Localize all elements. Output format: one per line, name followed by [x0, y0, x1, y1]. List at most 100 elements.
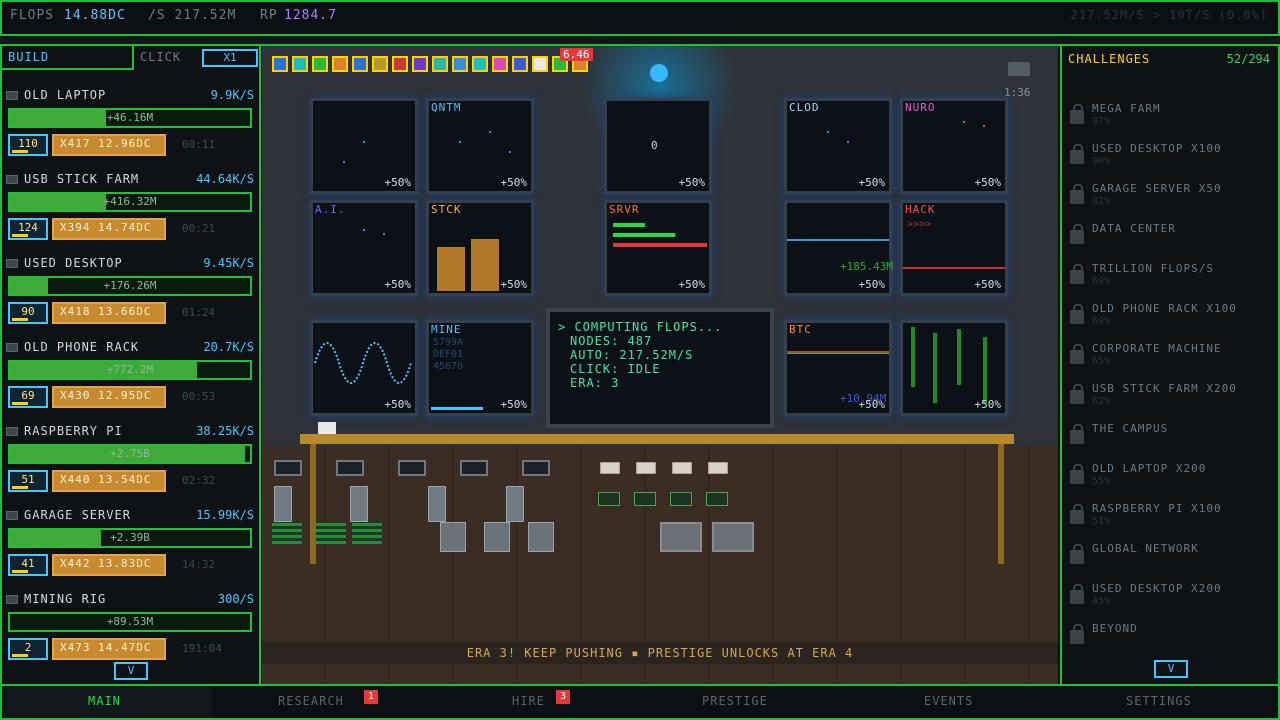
swatch[interactable]	[392, 56, 408, 72]
swatch[interactable]	[332, 56, 348, 72]
laptop-icon	[274, 460, 302, 476]
swatch[interactable]	[292, 56, 308, 72]
challenge-item[interactable]: USED DESKTOP X200 45%	[1070, 582, 1270, 618]
build-time: 191:04	[182, 642, 222, 655]
tab-click[interactable]: CLICK	[132, 46, 198, 70]
monitor-matrix[interactable]: +50%	[900, 320, 1008, 416]
rp-value: 1284.7	[284, 8, 337, 23]
challenge-item[interactable]: CORPORATE MACHINE 65%	[1070, 342, 1270, 378]
tab-research[interactable]: RESEARCH	[278, 694, 344, 708]
challenge-item[interactable]: OLD LAPTOP X200 55%	[1070, 462, 1270, 498]
build-item-name: OLD LAPTOP	[6, 88, 106, 102]
challenges-title: CHALLENGES	[1068, 52, 1151, 66]
challenge-item[interactable]: DATA CENTER	[1070, 222, 1270, 258]
monitor-stock[interactable]: STCK +50%	[426, 200, 534, 296]
swatch[interactable]	[312, 56, 328, 72]
swatch[interactable]	[452, 56, 468, 72]
buy-button[interactable]: X473 14.47DC	[52, 638, 166, 660]
lock-icon	[1070, 544, 1084, 564]
monitor-sine[interactable]: +50%	[310, 320, 418, 416]
monitor-quantum[interactable]: QNTM +50%	[426, 98, 534, 194]
monitor[interactable]: +50%	[310, 98, 418, 194]
monitor-server[interactable]: SRVR +50%	[604, 200, 712, 296]
tab-build[interactable]: BUILD	[2, 46, 132, 70]
build-owned-count: 51	[8, 470, 48, 492]
build-item-rate: 20.7K/S	[203, 340, 254, 354]
challenges-count: 52/294	[1226, 52, 1270, 66]
monitor-center-top[interactable]: 0 +50%	[604, 98, 712, 194]
challenge-item[interactable]: USB STICK FARM X200 62%	[1070, 382, 1270, 418]
build-item-old-laptop: OLD LAPTOP 9.9K/S +46.16M 110 X417 12.96…	[6, 88, 256, 172]
buy-button[interactable]: X430 12.95DC	[52, 386, 166, 408]
console-line: AUTO: 217.52M/S	[570, 348, 694, 362]
build-item-raspberry-pi: RASPBERRY PI 38.25K/S +2.75B 51 X440 13.…	[6, 424, 256, 508]
buy-multiplier-button[interactable]: X1	[202, 49, 258, 67]
buy-button[interactable]: X442 13.83DC	[52, 554, 166, 576]
build-owned-count: 90	[8, 302, 48, 324]
monitor-ai[interactable]: A.I. +50%	[310, 200, 418, 296]
swatch[interactable]	[412, 56, 428, 72]
bottom-nav: MAIN RESEARCH 1 HIRE 3 PRESTIGE EVENTS S…	[0, 684, 1280, 720]
desktop-tower-icon	[350, 486, 368, 522]
swatch[interactable]	[532, 56, 548, 72]
desktop-tower-icon	[506, 486, 524, 522]
desktop-tower-icon	[274, 486, 292, 522]
monitor-hack[interactable]: HACK >>>> +50%	[900, 200, 1008, 296]
build-progress-bar: +2.75B	[8, 444, 252, 464]
tab-hire[interactable]: HIRE	[512, 694, 545, 708]
monitor-neuro[interactable]: NURO +50%	[900, 98, 1008, 194]
console-line: ERA: 3	[570, 376, 620, 390]
challenge-item[interactable]: OLD PHONE RACK X100 69%	[1070, 302, 1270, 338]
tab-events[interactable]: EVENTS	[924, 694, 973, 708]
garage-server-icon	[528, 522, 554, 552]
raspberry-pi-icon	[598, 492, 620, 506]
tab-prestige[interactable]: PRESTIGE	[702, 694, 768, 708]
swatch[interactable]	[432, 56, 448, 72]
laptop-icon	[522, 460, 550, 476]
console-monitor[interactable]: > COMPUTING FLOPS... NODES: 487 AUTO: 21…	[546, 308, 774, 428]
challenge-item[interactable]: MEGA FARM 97%	[1070, 102, 1270, 138]
challenge-item[interactable]: GARAGE SERVER X50 82%	[1070, 182, 1270, 218]
build-item-old-phone-rack: OLD PHONE RACK 20.7K/S +772.2M 69 X430 1…	[6, 340, 256, 424]
monitor-cloud[interactable]: CLOD +50%	[784, 98, 892, 194]
build-item-usb-stick-farm: USB STICK FARM 44.64K/S +416.32M 124 X39…	[6, 172, 256, 256]
challenge-item[interactable]: THE CAMPUS	[1070, 422, 1270, 458]
buy-button[interactable]: X417 12.96DC	[52, 134, 166, 156]
build-owned-count: 69	[8, 386, 48, 408]
mining-rig-icon	[6, 595, 18, 604]
research-notification-badge: 1	[364, 690, 378, 704]
tab-main[interactable]: MAIN	[88, 694, 121, 708]
swatch[interactable]	[272, 56, 288, 72]
swatch[interactable]	[492, 56, 508, 72]
challenge-item[interactable]: RASPBERRY PI X100 51%	[1070, 502, 1270, 538]
challenge-item[interactable]: BEYOND	[1070, 622, 1270, 658]
swatch[interactable]	[372, 56, 388, 72]
desk-leg	[998, 444, 1004, 564]
buy-button[interactable]: X418 13.66DC	[52, 302, 166, 324]
tab-settings[interactable]: SETTINGS	[1126, 694, 1192, 708]
swatch[interactable]	[472, 56, 488, 72]
challenge-item[interactable]: GLOBAL NETWORK	[1070, 542, 1270, 578]
monitor-network[interactable]: +50%	[784, 200, 892, 296]
buy-button[interactable]: X440 13.54DC	[52, 470, 166, 492]
cat-icon[interactable]	[318, 422, 336, 434]
floating-gain: +10.94M	[840, 392, 887, 405]
build-item-name: MINING RIG	[6, 592, 106, 606]
swatch[interactable]	[352, 56, 368, 72]
garage-server-icon	[484, 522, 510, 552]
challenges-panel: CHALLENGES 52/294 MEGA FARM 97% USED DESK…	[1060, 46, 1280, 686]
camera-icon[interactable]	[1008, 62, 1030, 76]
swatch[interactable]	[512, 56, 528, 72]
challenge-item[interactable]: USED DESKTOP X100 90%	[1070, 142, 1270, 178]
challenge-item[interactable]: TRILLION FLOPS/S 69%	[1070, 262, 1270, 298]
scroll-down-button[interactable]: V	[1154, 660, 1188, 678]
usb-stick-icon	[636, 462, 656, 474]
scroll-down-button[interactable]: V	[114, 662, 148, 680]
build-item-name: USED DESKTOP	[6, 256, 123, 270]
goal-progress-text: 217.52M/S > 10T/S (0.0%)	[1070, 8, 1268, 22]
build-item-name: GARAGE SERVER	[6, 508, 131, 522]
buy-button[interactable]: X394 14.74DC	[52, 218, 166, 240]
flops-label: FLOPS	[10, 8, 55, 23]
lock-icon	[1070, 624, 1084, 644]
monitor-mine[interactable]: MINE 5799A DEF01 45670 +50%	[426, 320, 534, 416]
